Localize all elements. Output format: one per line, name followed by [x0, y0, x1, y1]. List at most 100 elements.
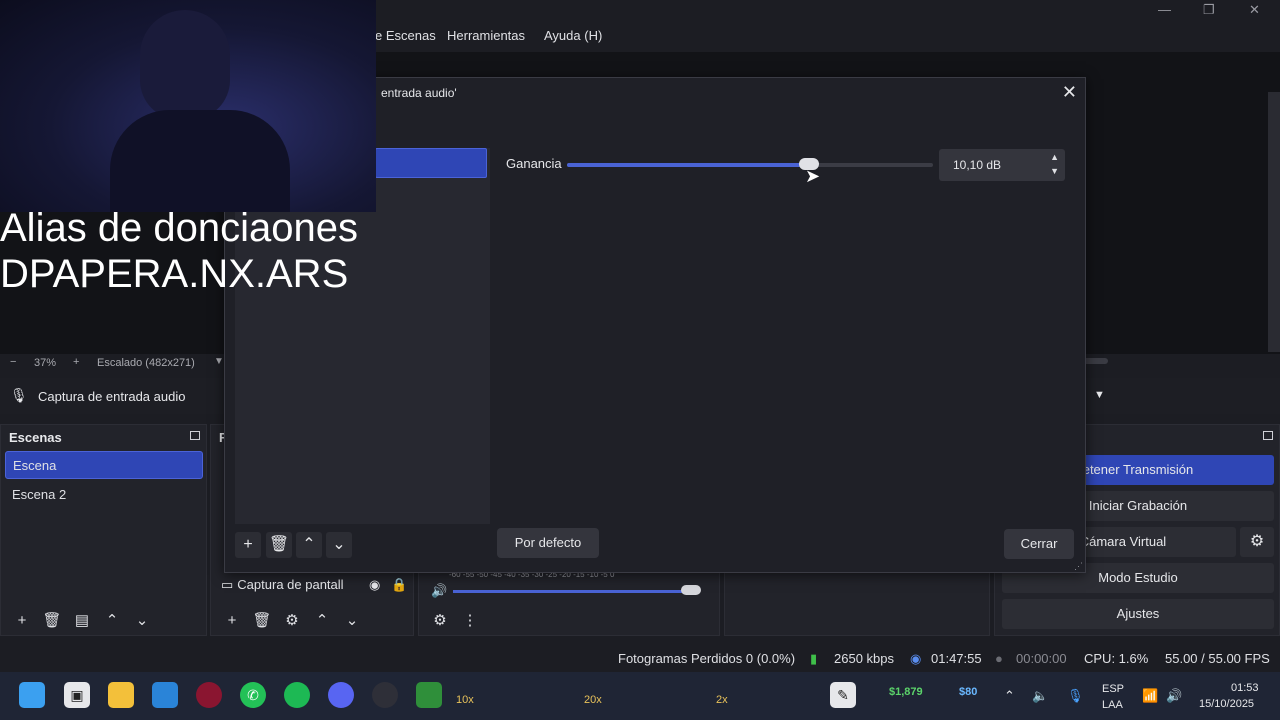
cpu-usage: CPU: 1.6%	[1084, 651, 1149, 666]
scene-item[interactable]: Escena	[5, 451, 203, 479]
microphone-icon: 🎙	[10, 387, 28, 403]
app-icon[interactable]	[416, 682, 442, 708]
down-arrow-icon[interactable]: ⌄	[337, 611, 367, 629]
task-view-icon[interactable]: ▣	[64, 682, 90, 708]
remove-filter-button[interactable]: 🗑	[266, 532, 292, 558]
pen-icon[interactable]: ✎	[830, 682, 856, 708]
person-silhouette	[140, 10, 230, 120]
add-icon[interactable]: +	[217, 612, 247, 629]
gain-slider[interactable]	[567, 163, 933, 167]
filter-item-selected[interactable]	[375, 148, 487, 178]
add-icon[interactable]: +	[7, 612, 37, 629]
spin-up-icon[interactable]: ▲	[1050, 152, 1059, 162]
gain-label: Ganancia	[506, 156, 562, 171]
undock-icon[interactable]	[1263, 431, 1273, 440]
chevron-down-icon[interactable]: ▼	[1094, 389, 1105, 401]
zoom-bar: − 37% + Escalado (482x271) ▼	[0, 354, 230, 372]
record-time: 00:00:00	[1016, 651, 1067, 666]
obs-icon[interactable]	[372, 682, 398, 708]
move-down-button[interactable]: ⌄	[326, 532, 352, 558]
wifi-icon[interactable]: 📶	[1142, 688, 1158, 704]
stock2-price[interactable]: $80	[959, 686, 977, 698]
taskbar: ▣ ✆ 10x 20x 2x ✎ $1,879 $80 ⌃ 🔈 🎙 ESP LA…	[0, 672, 1280, 720]
zoom-value: 37%	[34, 357, 57, 369]
zoom-out-button[interactable]: −	[10, 356, 16, 368]
mouse-cursor-icon: ➤	[805, 166, 821, 186]
discord-icon[interactable]	[328, 682, 354, 708]
dialog-title: entrada audio'	[381, 86, 457, 100]
up-arrow-icon[interactable]: ⌃	[97, 611, 127, 629]
dropped-frames: Fotogramas Perdidos 0 (0.0%)	[618, 651, 796, 666]
menu-scenes[interactable]: e Escenas	[375, 28, 436, 43]
monitor-icon: ▭	[221, 577, 234, 592]
stock-price[interactable]: $1,879	[889, 686, 923, 698]
minimize-button[interactable]: —	[1158, 2, 1171, 17]
spin-down-icon[interactable]: ▼	[1050, 166, 1059, 176]
source-item[interactable]: ▭ Captura de pantall ◉ 🔒	[221, 577, 411, 599]
mixer-toolbar: ⚙ ⋮	[425, 611, 485, 631]
webcam-overlay	[0, 0, 376, 212]
clock-date[interactable]: 15/10/2025	[1199, 698, 1254, 710]
menu-tools[interactable]: Herramientas	[447, 28, 525, 43]
scenes-title: Escenas	[9, 430, 62, 445]
lock-icon[interactable]: 🔒	[391, 577, 407, 593]
gear-icon[interactable]: ⚙	[277, 611, 307, 629]
settings-button[interactable]: Ajustes	[1002, 599, 1274, 629]
maximize-button[interactable]: ❐	[1203, 2, 1215, 18]
zoom-in-button[interactable]: +	[73, 356, 79, 368]
gain-spinbox[interactable]: 10,10 dB ▲ ▼	[939, 149, 1065, 181]
scene-label: Escena 2	[12, 487, 67, 502]
opera-icon[interactable]	[196, 682, 222, 708]
status-bar: Fotogramas Perdidos 0 (0.0%) ▮ 2650 kbps…	[0, 646, 1280, 672]
shoulders-silhouette	[110, 110, 290, 212]
speaker-icon[interactable]: 🔈	[1032, 688, 1048, 704]
chevron-up-icon[interactable]: ⌃	[1004, 688, 1015, 704]
selected-source-name: Captura de entrada audio	[38, 389, 186, 404]
move-up-button[interactable]: ⌃	[296, 532, 322, 558]
menu-dots-icon[interactable]: ⋮	[455, 611, 485, 629]
volume-slider[interactable]	[453, 590, 699, 593]
close-window-button[interactable]: ✕	[1249, 2, 1260, 18]
badge-2x: 2x	[716, 694, 728, 706]
language-sub-label[interactable]: LAA	[1102, 699, 1123, 711]
trash-icon[interactable]: 🗑	[247, 611, 277, 629]
volume-handle[interactable]	[681, 585, 701, 595]
preview-scrollbar[interactable]	[1268, 92, 1280, 352]
gain-slider-fill	[567, 163, 809, 167]
menu-help[interactable]: Ayuda (H)	[544, 28, 602, 43]
file-explorer-icon[interactable]	[108, 682, 134, 708]
language-label[interactable]: ESP	[1102, 683, 1124, 695]
volume-icon[interactable]: 🔊	[1166, 688, 1182, 704]
undock-icon[interactable]	[190, 431, 200, 440]
clock-time[interactable]: 01:53	[1231, 682, 1259, 694]
scene-label: Escena	[13, 458, 57, 473]
windows-start-icon[interactable]	[19, 682, 45, 708]
scenes-toolbar: + 🗑 ▤ ⌃ ⌄	[7, 611, 157, 631]
eye-icon[interactable]: ◉	[369, 577, 380, 593]
gain-value: 10,10 dB	[953, 158, 1002, 172]
virtual-camera-settings-icon[interactable]: ⚙	[1240, 527, 1274, 557]
down-arrow-icon[interactable]: ⌄	[127, 611, 157, 629]
speaker-icon[interactable]: 🔊	[431, 583, 447, 599]
trash-icon[interactable]: 🗑	[37, 611, 67, 629]
add-filter-button[interactable]: +	[235, 532, 261, 558]
badge-20x: 20x	[584, 694, 602, 706]
source-label: Captura de pantall	[237, 577, 344, 592]
defaults-button[interactable]: Por defecto	[497, 528, 599, 558]
microphone-icon[interactable]: 🎙	[1067, 688, 1084, 704]
scene-item[interactable]: Escena 2	[5, 481, 203, 509]
stream-time: 01:47:55	[931, 651, 982, 666]
badge-10x: 10x	[456, 694, 474, 706]
close-dialog-button[interactable]: Cerrar	[1004, 529, 1074, 559]
up-arrow-icon[interactable]: ⌃	[307, 611, 337, 629]
whatsapp-icon[interactable]: ✆	[240, 682, 266, 708]
close-icon[interactable]: ✕	[1062, 82, 1077, 103]
record-icon: ●	[995, 651, 1003, 666]
spotify-icon[interactable]	[284, 682, 310, 708]
store-icon[interactable]	[152, 682, 178, 708]
resize-grip-icon[interactable]: ⋰	[1074, 561, 1083, 572]
chevron-down-icon[interactable]: ▼	[214, 356, 224, 367]
filter-icon[interactable]: ▤	[67, 611, 97, 629]
advanced-audio-icon[interactable]: ⚙	[425, 611, 455, 629]
bitrate: 2650 kbps	[834, 651, 894, 666]
